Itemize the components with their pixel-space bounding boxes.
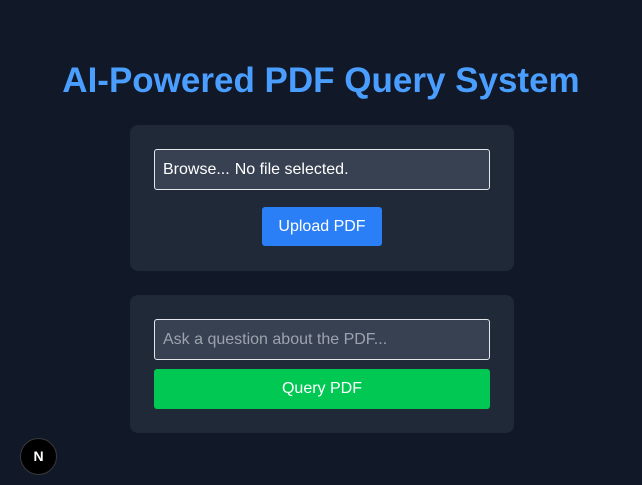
file-input[interactable]: Browse... No file selected.: [154, 149, 490, 190]
query-pdf-button[interactable]: Query PDF: [154, 369, 490, 409]
file-status-label: No file selected.: [234, 161, 349, 178]
question-input[interactable]: [154, 319, 490, 360]
upload-pdf-button[interactable]: Upload PDF: [262, 207, 382, 246]
nextjs-logo-icon[interactable]: N: [20, 438, 57, 475]
page-title: AI-Powered PDF Query System: [62, 61, 580, 100]
query-panel: Query PDF: [130, 295, 514, 433]
nextjs-badge-letter: N: [33, 448, 44, 464]
browse-button[interactable]: Browse...: [163, 161, 230, 178]
upload-panel: Browse... No file selected. Upload PDF: [130, 125, 514, 271]
page: { "header": { "title": "AI-Powered PDF Q…: [0, 0, 642, 485]
